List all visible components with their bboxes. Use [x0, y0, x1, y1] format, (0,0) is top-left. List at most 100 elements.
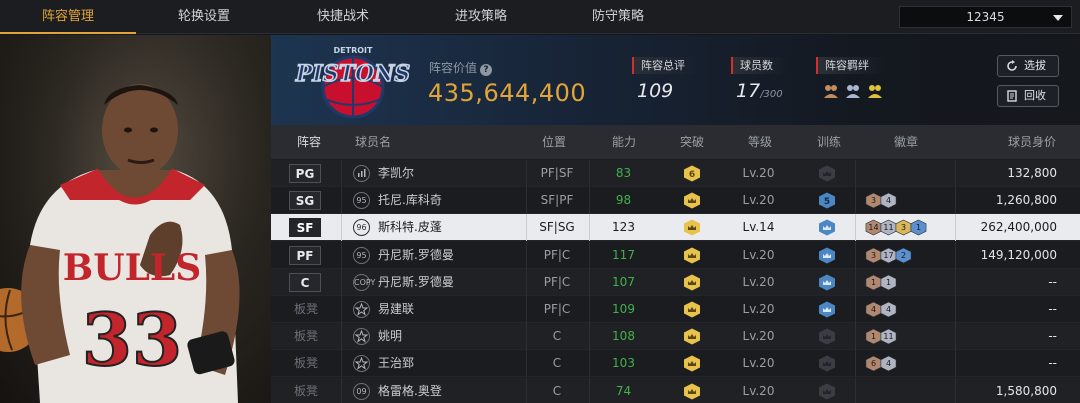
badge-count: 4 — [885, 196, 892, 206]
badge-hex[interactable]: 2 — [895, 247, 912, 264]
training-crown-icon[interactable] — [818, 274, 836, 291]
column-divider — [589, 377, 590, 403]
slot-badge: SG — [289, 191, 321, 211]
player-name[interactable]: 托尼.库科奇 — [378, 187, 528, 214]
column-header-price[interactable]: 球员身价 — [1008, 125, 1056, 159]
table-row[interactable]: PG 李凯尔 PF|SF 83 6 Lv.20 132,800 — [271, 160, 1080, 187]
column-header-slot: 阵容 — [297, 135, 322, 149]
player-position: SF|PF — [540, 193, 574, 208]
tab-defense-strategy[interactable]: 防守策略 — [550, 0, 686, 34]
column-divider — [341, 377, 342, 403]
badge-hex[interactable]: 1 — [910, 219, 927, 236]
help-icon[interactable]: ? — [480, 64, 493, 76]
column-divider — [855, 214, 856, 242]
column-divider — [955, 241, 956, 269]
player-level: Lv.20 — [742, 329, 775, 344]
jersey-number-text: 33 — [82, 297, 182, 382]
player-version-icon: 95 — [353, 246, 370, 264]
player-level: Lv.20 — [742, 166, 775, 180]
tab-lineup-management[interactable]: 阵容管理 — [0, 0, 136, 34]
player-name[interactable]: 丹尼斯.罗德曼 — [378, 269, 528, 296]
table-row[interactable]: SF 96 斯科特.皮蓬 SF|SG 123 Lv.14 14 11 3 1 262,400,000 — [271, 214, 1080, 242]
badge-hex[interactable]: 4 — [880, 355, 897, 372]
table-row[interactable]: C COPY 丹尼斯.罗德曼 PF|C 107 Lv.20 1 1 -- — [271, 268, 1080, 296]
column-divider — [955, 268, 956, 296]
player-position: PF|C — [543, 247, 571, 262]
column-divider — [341, 268, 342, 296]
training-crown-icon[interactable] — [818, 247, 836, 264]
badge-hex[interactable]: 1 — [880, 274, 897, 291]
lineup-rating-label: 阵容总评 — [632, 57, 698, 74]
table-row[interactable]: 板凳 09 格雷格.奥登 C 74 Lv.20 1,580,800 — [271, 377, 1080, 403]
table-row[interactable]: SG 95 托尼.库科奇 SF|PF 98 Lv.20 5 3 4 1,260,800 — [271, 187, 1080, 215]
player-level: Lv.20 — [742, 193, 775, 208]
player-price: -- — [1048, 274, 1057, 289]
training-level-icon[interactable]: 5 — [818, 192, 836, 209]
column-header-position[interactable]: 位置 — [542, 125, 566, 159]
badge-hex[interactable]: 4 — [880, 192, 897, 209]
player-name[interactable]: 斯科特.皮蓬 — [378, 214, 528, 241]
training-empty-icon[interactable] — [818, 383, 836, 400]
recycle-button[interactable]: 回收 — [997, 85, 1059, 107]
select-button[interactable]: 选拔 — [997, 55, 1059, 77]
team-logo-text: PISTONS — [295, 61, 410, 87]
badge-hex[interactable]: 11 — [880, 328, 897, 345]
player-position: C — [552, 383, 562, 398]
bond-gold-icon[interactable] — [866, 82, 884, 100]
team-selector[interactable]: 12345 — [899, 6, 1072, 28]
bond-silver-icon[interactable] — [844, 82, 862, 100]
player-name[interactable]: 李凯尔 — [378, 160, 528, 187]
lineup-bond-label: 阵容羁绊 — [816, 57, 886, 74]
tab-offense-strategy[interactable]: 进攻策略 — [413, 0, 549, 34]
training-crown-icon[interactable] — [818, 219, 836, 236]
team-logo-city: DETROIT — [334, 46, 374, 55]
training-empty-icon[interactable] — [818, 355, 836, 372]
column-divider — [589, 160, 590, 187]
table-row[interactable]: 板凳 易建联 PF|C 109 Lv.20 4 4 -- — [271, 296, 1080, 323]
player-name[interactable]: 丹尼斯.罗德曼 — [378, 242, 528, 269]
badge-count: 11 — [883, 332, 894, 342]
training-crown-icon[interactable] — [818, 301, 836, 318]
column-divider — [341, 241, 342, 269]
breakthrough-crown-icon — [684, 247, 700, 264]
column-header-breakthrough[interactable]: 突破 — [680, 125, 704, 159]
top-navigation: 阵容管理 轮换设置 快捷战术 进攻策略 防守策略 12345 — [0, 0, 1080, 34]
table-row[interactable]: 板凳 王治郅 C 103 Lv.20 6 4 -- — [271, 350, 1080, 378]
player-ability: 123 — [612, 220, 635, 235]
player-price: 132,800 — [1007, 166, 1057, 180]
column-divider — [341, 296, 342, 323]
column-header-level[interactable]: 等级 — [748, 125, 772, 159]
player-price: -- — [1048, 302, 1057, 316]
column-divider — [589, 214, 590, 242]
column-divider — [855, 268, 856, 296]
player-name[interactable]: 姚明 — [378, 323, 528, 350]
column-divider — [955, 214, 956, 242]
training-empty-icon[interactable] — [818, 328, 836, 345]
column-divider — [341, 214, 342, 242]
lineup-value-label: 阵容价值? — [429, 59, 493, 76]
player-name[interactable]: 易建联 — [378, 296, 528, 323]
player-level: Lv.20 — [742, 356, 775, 371]
column-divider — [589, 268, 590, 296]
bond-bronze-icon[interactable] — [822, 82, 840, 100]
tab-quick-tactics[interactable]: 快捷战术 — [275, 0, 411, 34]
column-divider — [955, 160, 956, 187]
table-header: 阵容 球员名 位置 能力 突破 等级 训练 徽章 球员身价 — [271, 125, 1080, 159]
table-row[interactable]: PF 95 丹尼斯.罗德曼 PF|C 117 Lv.20 3 17 2 149,120,000 — [271, 241, 1080, 269]
training-empty-icon[interactable] — [818, 165, 836, 182]
slot-badge: PG — [289, 164, 321, 183]
player-name[interactable]: 王治郅 — [378, 350, 528, 377]
breakthrough-crown-icon — [684, 355, 700, 372]
table-row[interactable]: 板凳 姚明 C 108 Lv.20 1 11 -- — [271, 323, 1080, 351]
column-header-ability[interactable]: 能力 — [612, 125, 636, 159]
column-header-training: 训练 — [817, 135, 842, 149]
badge-hex[interactable]: 4 — [880, 301, 897, 318]
player-name[interactable]: 格雷格.奥登 — [378, 378, 528, 403]
player-position: C — [552, 356, 562, 371]
slot-label: 板凳 — [293, 329, 318, 344]
slot-badge: C — [289, 272, 321, 292]
star-icon — [353, 355, 370, 373]
player-position: PF|C — [543, 302, 571, 316]
tab-rotation-settings[interactable]: 轮换设置 — [136, 0, 272, 34]
column-divider — [341, 160, 342, 187]
